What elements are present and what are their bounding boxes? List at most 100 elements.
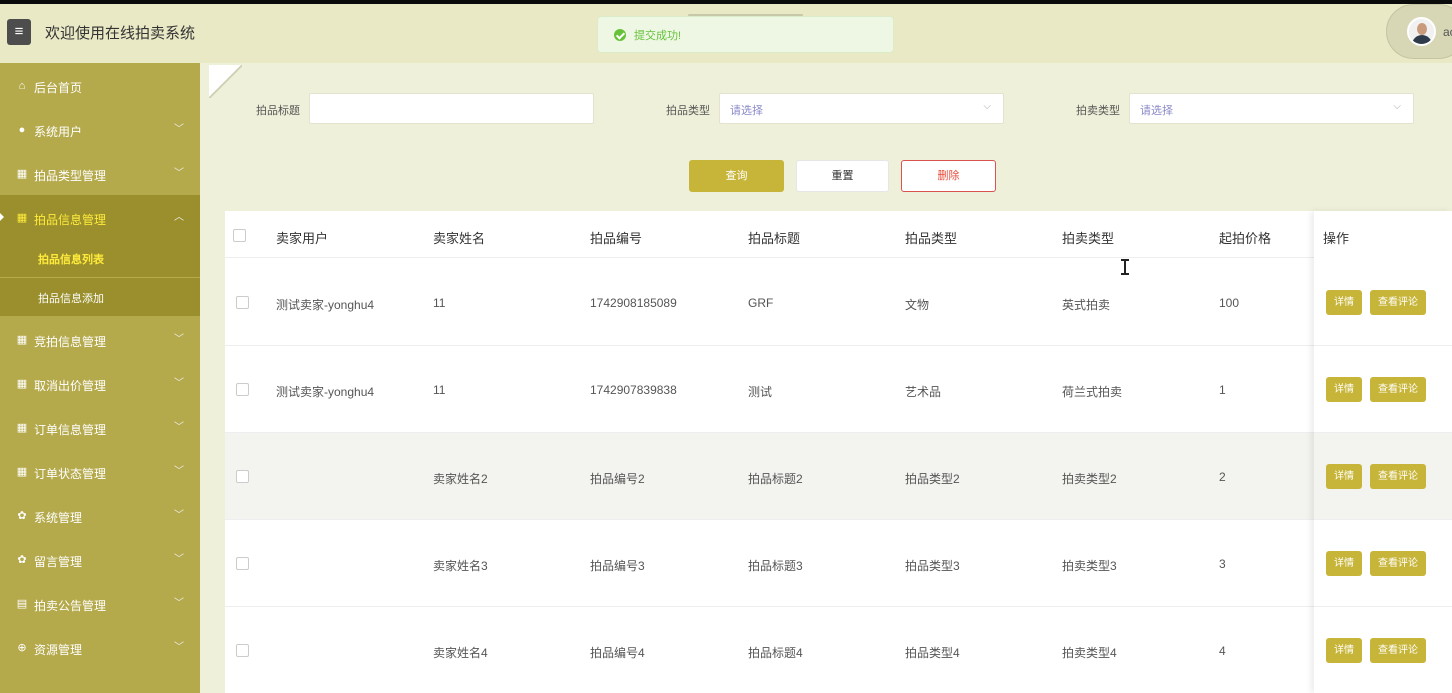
- table-cell: 拍品编号3: [590, 559, 645, 573]
- table-cell: 拍品编号4: [590, 646, 645, 660]
- sidebar-item-label: 留言管理: [34, 555, 83, 569]
- gear-icon: ✿: [17, 554, 27, 566]
- user-menu[interactable]: ac: [1386, 4, 1452, 59]
- view-reviews-button[interactable]: 查看评论: [1370, 464, 1426, 489]
- chevron-down-icon: ﹀: [174, 554, 184, 565]
- chevron-up-icon: ︿: [174, 212, 184, 223]
- sidebar-item[interactable]: ▦ 订单信息管理 ﹀: [0, 405, 200, 449]
- table-cell: 3: [1219, 557, 1226, 571]
- sidebar-subitem-label: 拍品信息添加: [38, 293, 104, 305]
- sidebar-item-label: 竞拍信息管理: [34, 335, 107, 349]
- sidebar-item[interactable]: ▦ 拍品信息管理 ︿: [0, 195, 200, 239]
- text-cursor-icon: [1121, 259, 1129, 275]
- view-reviews-button[interactable]: 查看评论: [1370, 377, 1426, 402]
- row-checkbox[interactable]: [236, 296, 249, 309]
- row-checkbox[interactable]: [236, 644, 249, 657]
- sidebar-item[interactable]: ▦ 取消出价管理 ﹀: [0, 361, 200, 405]
- table-cell: 艺术品: [905, 385, 942, 399]
- table-cell: 拍品标题4: [748, 646, 803, 660]
- column-header: 拍卖类型: [1062, 231, 1115, 246]
- grid-icon: ▦: [16, 168, 28, 180]
- grid-icon: ▦: [16, 378, 28, 390]
- table-row[interactable]: 测试卖家-yonghu4 11 1742908185089 GRF 文物 英式拍卖 100: [225, 259, 1452, 346]
- main-content: 拍品标题 拍品类型 请选择 ⌵ 拍卖类型 请选择 ⌵ 查询 重置 删除 卖家用户…: [200, 63, 1452, 693]
- detail-button[interactable]: 详情: [1326, 638, 1362, 663]
- row-actions: 详情 查看评论: [1314, 259, 1452, 346]
- chevron-down-icon: ﹀: [174, 168, 184, 179]
- table-row[interactable]: 测试卖家-yonghu4 11 1742907839838 测试 艺术品 荷兰式拍卖 1: [225, 346, 1452, 433]
- row-checkbox[interactable]: [236, 557, 249, 570]
- sidebar-item[interactable]: ✿ 系统管理 ﹀: [0, 493, 200, 537]
- user-name[interactable]: ac: [1443, 25, 1452, 39]
- detail-button[interactable]: 详情: [1326, 377, 1362, 402]
- doc-icon: ▤: [16, 598, 28, 610]
- avatar[interactable]: [1407, 17, 1436, 46]
- sidebar-item[interactable]: ⌂ 后台首页: [0, 63, 200, 107]
- sidebar-subitem[interactable]: 拍品信息列表: [0, 239, 200, 277]
- table-cell: 文物: [905, 298, 930, 312]
- chevron-down-icon: ﹀: [174, 598, 184, 609]
- sidebar-item-label: 拍品类型管理: [34, 169, 107, 183]
- column-header-actions: 操作: [1323, 231, 1350, 246]
- sidebar-item[interactable]: ▦ 竞拍信息管理 ﹀: [0, 317, 200, 361]
- table-cell: GRF: [748, 296, 774, 310]
- sidebar-item-label: 资源管理: [34, 643, 83, 657]
- grid-icon: ▦: [16, 422, 28, 434]
- type-filter-label: 拍品类型: [666, 105, 710, 117]
- sidebar-item[interactable]: ● 系统用户 ﹀: [0, 107, 200, 151]
- type-filter-select[interactable]: 请选择 ⌵: [719, 93, 1004, 124]
- hamburger-icon[interactable]: ≡: [7, 19, 31, 45]
- table-cell: 拍卖类型3: [1062, 559, 1117, 573]
- table-cell: 卖家姓名4: [433, 646, 488, 660]
- table-cell: 测试: [748, 385, 773, 399]
- view-reviews-button[interactable]: 查看评论: [1370, 638, 1426, 663]
- row-actions: 详情 查看评论: [1314, 346, 1452, 433]
- chevron-down-icon: ﹀: [174, 642, 184, 653]
- row-checkbox[interactable]: [236, 383, 249, 396]
- chevron-down-icon: ﹀: [174, 334, 184, 345]
- row-actions: 详情 查看评论: [1314, 607, 1452, 693]
- query-button[interactable]: 查询: [689, 160, 784, 192]
- table-row[interactable]: 卖家姓名2 拍品编号2 拍品标题2 拍品类型2 拍卖类型2 2: [225, 433, 1452, 520]
- delete-button[interactable]: 删除: [901, 160, 996, 192]
- title-filter-input[interactable]: [309, 93, 594, 124]
- sidebar-item[interactable]: ▦ 拍品类型管理 ﹀: [0, 151, 200, 195]
- sidebar-item-label: 后台首页: [34, 81, 83, 95]
- title-filter-label: 拍品标题: [256, 105, 300, 117]
- detail-button[interactable]: 详情: [1326, 290, 1362, 315]
- sidebar-subitem-label: 拍品信息列表: [38, 254, 104, 266]
- auction-type-filter-select[interactable]: 请选择 ⌵: [1129, 93, 1414, 124]
- table-row[interactable]: 卖家姓名4 拍品编号4 拍品标题4 拍品类型4 拍卖类型4 4: [225, 607, 1452, 693]
- sidebar-item-label: 系统用户: [34, 125, 83, 139]
- detail-button[interactable]: 详情: [1326, 464, 1362, 489]
- table-cell: 拍品编号2: [590, 472, 645, 486]
- type-filter-placeholder: 请选择: [730, 105, 763, 117]
- sidebar-item[interactable]: ▤ 拍卖公告管理 ﹀: [0, 581, 200, 625]
- chevron-down-icon: ⌵: [983, 101, 991, 112]
- row-actions: 详情 查看评论: [1314, 520, 1452, 607]
- column-header: 拍品标题: [748, 231, 801, 246]
- row-checkbox[interactable]: [236, 470, 249, 483]
- table-cell: 拍品类型3: [905, 559, 960, 573]
- view-reviews-button[interactable]: 查看评论: [1370, 290, 1426, 315]
- view-reviews-button[interactable]: 查看评论: [1370, 551, 1426, 576]
- sidebar-item[interactable]: ✿ 留言管理 ﹀: [0, 537, 200, 581]
- table-cell: 拍卖类型4: [1062, 646, 1117, 660]
- app-title: 欢迎使用在线拍卖系统: [45, 25, 196, 42]
- table-row[interactable]: 卖家姓名3 拍品编号3 拍品标题3 拍品类型3 拍卖类型3 3: [225, 520, 1452, 607]
- operation-column: 操作 详情 查看评论 详情 查看评论 详情 查看评论 详情 查看评论 详情 查看评论: [1314, 211, 1452, 693]
- grid-icon: ▦: [16, 212, 28, 224]
- sidebar-item[interactable]: ▦ 订单状态管理 ﹀: [0, 449, 200, 493]
- detail-button[interactable]: 详情: [1326, 551, 1362, 576]
- table-cell: 2: [1219, 470, 1226, 484]
- plus-circle-icon: ⊕: [17, 642, 27, 654]
- table-cell: 拍品类型4: [905, 646, 960, 660]
- table-cell: 拍品标题3: [748, 559, 803, 573]
- reset-button[interactable]: 重置: [796, 160, 889, 192]
- table-cell: 1742907839838: [590, 383, 677, 397]
- table-cell: 拍品类型2: [905, 472, 960, 486]
- sidebar-item[interactable]: ⊕ 资源管理 ﹀: [0, 625, 200, 669]
- sidebar-subitem[interactable]: 拍品信息添加: [0, 278, 200, 316]
- gear-icon: ✿: [17, 510, 27, 522]
- select-all-checkbox[interactable]: [233, 229, 246, 242]
